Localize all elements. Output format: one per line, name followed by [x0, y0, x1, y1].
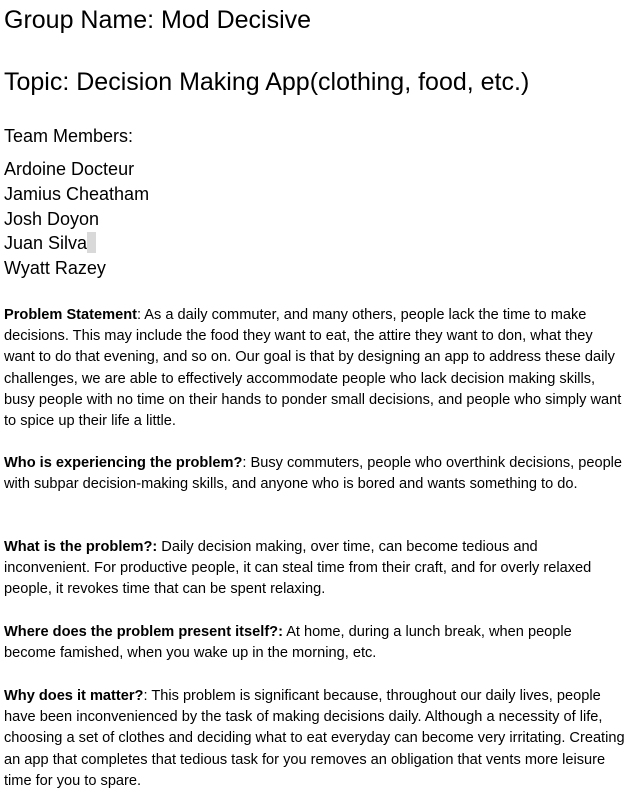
- team-member: Josh Doyon: [4, 208, 100, 229]
- section-text: : As a daily commuter, and many others, …: [4, 307, 622, 430]
- team-member: Wyatt Razey: [4, 258, 106, 278]
- team-member: Juan Silva: [4, 233, 88, 254]
- section-label: Who is experiencing the problem?: [4, 455, 243, 471]
- group-name-heading: Group Name: Mod Decisive: [4, 6, 312, 34]
- text-cursor-highlight: [87, 232, 97, 254]
- what-section: What is the problem?: Daily decision mak…: [4, 537, 626, 601]
- why-section: Why does it matter?: This problem is sig…: [4, 686, 626, 792]
- section-label: Why does it matter?: [4, 688, 144, 704]
- team-members-list: Ardoine Docteur Jamius Cheatham Josh Doy…: [4, 157, 149, 281]
- section-label: What is the problem?:: [4, 539, 158, 555]
- section-label: Problem Statement: [4, 307, 137, 323]
- team-member: Ardoine Docteur: [4, 159, 135, 179]
- team-member: Jamius Cheatham: [4, 183, 150, 204]
- section-label: Where does the problem present itself?:: [4, 624, 283, 640]
- team-member-row: Juan Silva: [4, 231, 149, 256]
- topic-heading: Topic: Decision Making App(clothing, foo…: [4, 68, 530, 96]
- where-section: Where does the problem present itself?: …: [4, 622, 626, 664]
- team-members-label: Team Members:: [4, 126, 134, 146]
- problem-statement-section: Problem Statement: As a daily commuter, …: [4, 305, 626, 432]
- who-section: Who is experiencing the problem?: Busy c…: [4, 453, 626, 495]
